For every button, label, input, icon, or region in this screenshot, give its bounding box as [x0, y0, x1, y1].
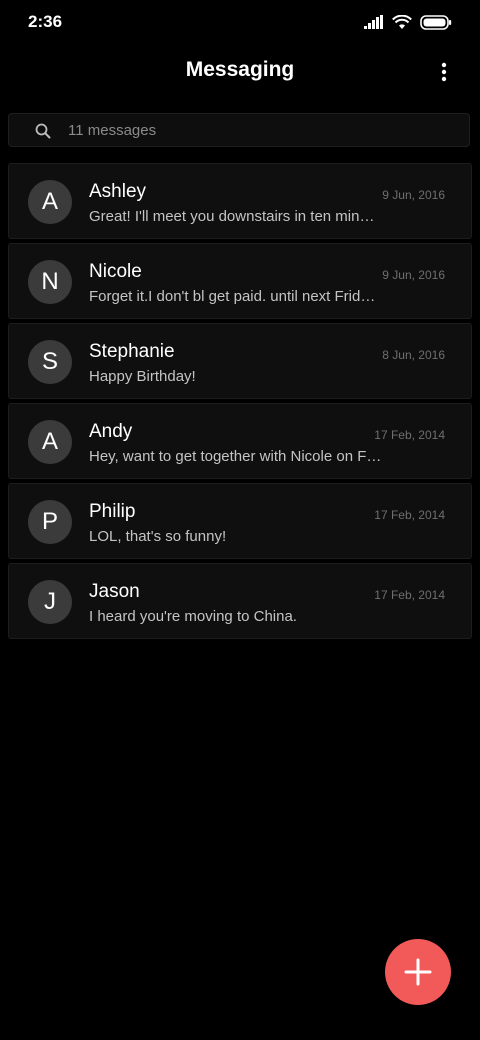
signal-icon: [364, 15, 383, 29]
avatar: A: [28, 180, 72, 224]
search-bar[interactable]: 11 messages: [8, 113, 470, 147]
message-date: 17 Feb, 2014: [374, 428, 445, 442]
message-date: 9 Jun, 2016: [382, 188, 445, 202]
avatar: J: [28, 580, 72, 624]
message-date: 17 Feb, 2014: [374, 508, 445, 522]
search-icon: [35, 123, 51, 139]
message-preview: Happy Birthday!: [89, 368, 196, 385]
battery-icon: [420, 14, 452, 30]
message-preview: Forget it.I don't bl get paid. until nex…: [89, 288, 376, 305]
more-vert-icon: [441, 62, 447, 82]
avatar: S: [28, 340, 72, 384]
contact-name: Ashley: [89, 181, 147, 202]
conversation-item-stephanie[interactable]: S Stephanie 8 Jun, 2016 Happy Birthday!: [8, 323, 472, 399]
avatar: N: [28, 260, 72, 304]
avatar: P: [28, 500, 72, 544]
contact-name: Philip: [89, 501, 136, 522]
contact-name: Andy: [89, 421, 133, 442]
conversation-item-jason[interactable]: J Jason 17 Feb, 2014 I heard you're movi…: [8, 563, 472, 639]
new-message-button[interactable]: [385, 939, 451, 1005]
search-placeholder: 11 messages: [68, 122, 157, 139]
message-date: 8 Jun, 2016: [382, 348, 445, 362]
message-preview: Great! I'll meet you downstairs in ten m…: [89, 208, 375, 225]
contact-name: Jason: [89, 581, 140, 602]
conversation-item-andy[interactable]: A Andy 17 Feb, 2014 Hey, want to get tog…: [8, 403, 472, 479]
message-preview: Hey, want to get together with Nicole on…: [89, 448, 382, 465]
conversation-item-philip[interactable]: P Philip 17 Feb, 2014 LOL, that's so fun…: [8, 483, 472, 559]
contact-name: Stephanie: [89, 341, 175, 362]
page-title: Messaging: [185, 58, 295, 81]
status-time: 2:36: [28, 12, 63, 31]
more-options-button[interactable]: [430, 58, 458, 86]
plus-icon: [404, 958, 432, 986]
conversation-item-ashley[interactable]: A Ashley 9 Jun, 2016 Great! I'll meet yo…: [8, 163, 472, 239]
contact-name: Nicole: [89, 261, 142, 282]
message-preview: LOL, that's so funny!: [89, 528, 227, 545]
message-date: 9 Jun, 2016: [382, 268, 445, 282]
avatar: A: [28, 420, 72, 464]
app-bar: Messaging: [0, 44, 480, 100]
conversation-list: A Ashley 9 Jun, 2016 Great! I'll meet yo…: [8, 163, 472, 643]
conversation-item-nicole[interactable]: N Nicole 9 Jun, 2016 Forget it.I don't b…: [8, 243, 472, 319]
status-icons: [364, 12, 452, 32]
message-preview: I heard you're moving to China.: [89, 608, 297, 625]
wifi-icon: [392, 14, 412, 29]
message-date: 17 Feb, 2014: [374, 588, 445, 602]
status-bar: 2:36: [0, 0, 480, 44]
